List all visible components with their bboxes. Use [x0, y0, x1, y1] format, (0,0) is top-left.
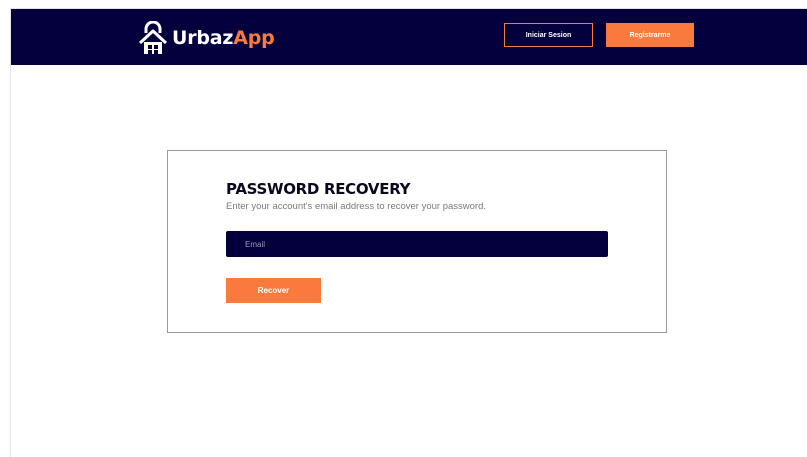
page-title: PASSWORD RECOVERY	[226, 180, 411, 198]
browser-viewport: UrbazApp Iniciar Sesion Registrarme PASS…	[10, 8, 807, 457]
password-recovery-card: PASSWORD RECOVERY Enter your account's e…	[167, 150, 667, 333]
email-field[interactable]	[226, 231, 608, 257]
register-button[interactable]: Registrarme	[606, 23, 694, 47]
brand-name: UrbazApp	[172, 27, 275, 49]
login-button[interactable]: Iniciar Sesion	[504, 23, 593, 47]
brand-name-primary: Urbaz	[172, 27, 234, 49]
top-navbar: UrbazApp Iniciar Sesion Registrarme	[11, 9, 807, 65]
house-lock-icon	[138, 21, 168, 54]
recover-button[interactable]: Recover	[226, 278, 321, 303]
brand-name-accent: App	[233, 27, 275, 49]
page-subtitle: Enter your account's email address to re…	[226, 201, 487, 212]
brand-logo[interactable]: UrbazApp	[138, 21, 275, 55]
